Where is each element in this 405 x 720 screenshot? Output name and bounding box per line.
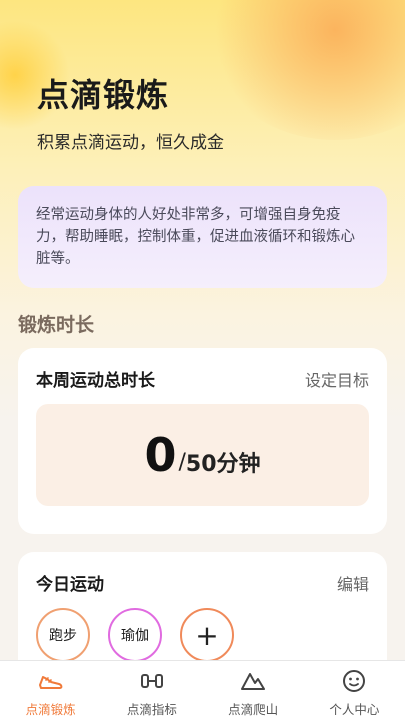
smiley-icon	[343, 670, 366, 692]
weekly-separator: /	[178, 449, 186, 475]
page-title: 点滴锻炼	[37, 76, 170, 114]
tab-label: 点滴锻炼	[25, 702, 76, 717]
today-title: 今日运动	[36, 575, 104, 595]
bottom-tab-bar: 点滴锻炼 点滴指标 点滴爬山 个人中心	[0, 660, 405, 720]
tab-metrics[interactable]: 点滴指标	[101, 661, 202, 720]
weekly-title: 本周运动总时长	[36, 371, 155, 391]
tab-label: 点滴爬山	[228, 702, 279, 717]
activity-chip-yoga[interactable]: 瑜伽	[108, 608, 162, 660]
weekly-progress: 0 / 50分钟	[36, 404, 369, 506]
edit-button[interactable]: 编辑	[337, 571, 369, 595]
section-title: 锻炼时长	[18, 314, 95, 336]
weekly-duration-card: 本周运动总时长 设定目标 0 / 50分钟	[18, 348, 387, 534]
weekly-current-value: 0	[144, 428, 177, 482]
mountain-icon	[241, 673, 266, 690]
tab-exercise[interactable]: 点滴锻炼	[0, 661, 101, 720]
tab-profile[interactable]: 个人中心	[304, 661, 405, 720]
info-card: 经常运动身体的人好处非常多，可增强自身免疫力，帮助睡眠，控制体重，促进血液循环和…	[18, 186, 387, 288]
activity-list: 跑步 瑜伽 +	[36, 608, 234, 660]
today-exercise-card: 今日运动 编辑 跑步 瑜伽 +	[18, 552, 387, 660]
page-subtitle: 积累点滴运动，恒久成金	[37, 133, 224, 153]
add-activity-button[interactable]: +	[180, 608, 234, 660]
tab-label: 点滴指标	[126, 702, 177, 717]
activity-chip-running[interactable]: 跑步	[36, 608, 90, 660]
shoe-icon	[38, 676, 62, 689]
tab-label: 个人中心	[329, 702, 380, 717]
tab-hiking[interactable]: 点滴爬山	[203, 661, 304, 720]
main-content: 点滴锻炼 积累点滴运动，恒久成金 经常运动身体的人好处非常多，可增强自身免疫力，…	[0, 0, 405, 660]
set-goal-button[interactable]: 设定目标	[305, 367, 369, 391]
dumbbell-icon	[140, 674, 163, 688]
weekly-target-value: 50分钟	[185, 452, 261, 477]
info-text: 经常运动身体的人好处非常多，可增强自身免疫力，帮助睡眠，控制体重，促进血液循环和…	[36, 207, 355, 267]
